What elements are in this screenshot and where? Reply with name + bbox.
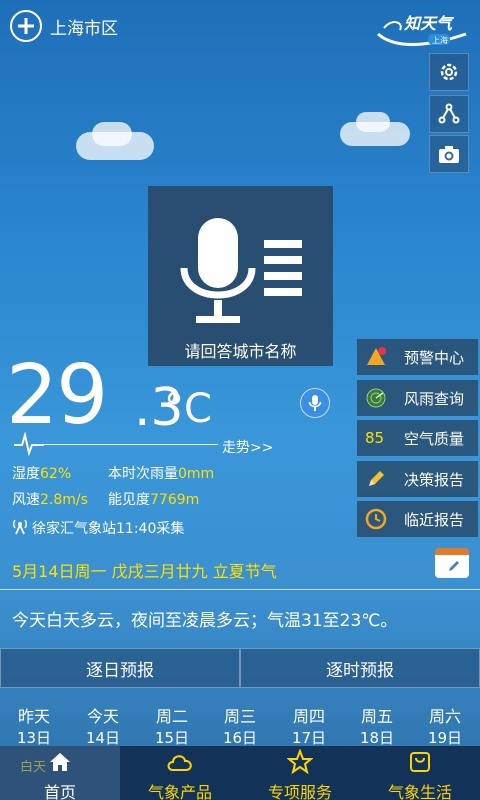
nav-weather-products[interactable]: 气象产品: [120, 746, 240, 800]
visibility-label: 能见度: [108, 492, 150, 508]
camera-icon: [439, 146, 459, 163]
city-name[interactable]: 上海市区: [50, 14, 118, 39]
visibility-value: 7769m: [150, 492, 200, 508]
humidity-row: 湿度62%: [12, 463, 71, 483]
pencil-icon: [369, 471, 384, 486]
share-button[interactable]: [429, 95, 469, 133]
station-info: 徐家汇气象站11:40采集: [32, 521, 185, 537]
clock-icon: [365, 508, 387, 530]
top-bar: 上海市区 知天气 上海: [0, 0, 480, 52]
radar-icon: [366, 388, 386, 408]
nav-home[interactable]: 首页: [0, 746, 120, 800]
share-icon: [438, 103, 460, 124]
weather-summary: 今天白天多云，夜间至凌晨多云；气温31至23℃。: [12, 611, 398, 631]
divider: [0, 589, 480, 590]
rainfall-value: 0mm: [178, 466, 215, 482]
menu-label: 预警中心: [404, 349, 465, 367]
wind-value: 2.8m/s: [40, 492, 88, 508]
forecast-day[interactable]: 周四: [281, 703, 337, 727]
cloud-decoration: [92, 122, 132, 146]
bottom-nav: 白天 首页 气象产品 专项服务 气象生活: [0, 746, 480, 800]
forecast-day[interactable]: 周五: [349, 703, 405, 727]
forecast-date: 19日: [427, 729, 463, 747]
humidity-label: 湿度: [12, 466, 40, 482]
menu-warning-center[interactable]: 预警中心: [357, 339, 478, 375]
cloud-decoration: [356, 112, 390, 132]
forecast-date: 15日: [154, 729, 190, 747]
visibility-row: 能见度7769m: [108, 489, 199, 509]
forecast-date: 13日: [16, 729, 52, 747]
voice-input-panel[interactable]: 请回答城市名称: [148, 186, 333, 366]
logo-sub: 上海: [432, 36, 448, 45]
rainfall-label: 本时次雨量: [108, 466, 178, 482]
trend-line: [40, 444, 218, 445]
tab-daily-forecast[interactable]: 逐日预报: [0, 648, 240, 688]
menu-decision-report[interactable]: 决策报告: [357, 461, 478, 497]
nav-special-services[interactable]: 专项服务: [240, 746, 360, 800]
voice-button[interactable]: [300, 388, 330, 418]
voice-hint: 请回答城市名称: [184, 342, 297, 361]
nav-label: 气象生活: [387, 783, 452, 800]
menu-label: 决策报告: [404, 471, 465, 489]
wind-label: 风速: [12, 492, 40, 508]
forecast-day[interactable]: 周三: [212, 703, 268, 727]
antenna-icon: [13, 519, 27, 535]
tab-hourly-forecast[interactable]: 逐时预报: [240, 648, 480, 688]
menu-nowcast-report[interactable]: 临近报告: [357, 501, 478, 537]
menu-label: 临近报告: [404, 511, 465, 529]
forecast-day[interactable]: 今天: [75, 703, 131, 727]
microphone-icon: [180, 218, 302, 323]
menu-label: 风雨查询: [404, 390, 465, 408]
forecast-day[interactable]: 昨天: [6, 703, 62, 727]
warning-icon: [367, 347, 386, 365]
date-line: 5月14日周一 戊戌三月廿九 立夏节气: [12, 562, 277, 581]
rainfall-row: 本时次雨量0mm: [108, 463, 214, 483]
nav-label: 专项服务: [267, 783, 332, 800]
nav-label: 首页: [43, 783, 76, 800]
calendar-icon[interactable]: [435, 548, 469, 578]
humidity-value: 62%: [40, 466, 72, 482]
wind-row: 风速2.8m/s: [12, 489, 88, 509]
add-city-icon[interactable]: [10, 10, 42, 42]
menu-air-quality[interactable]: 85 空气质量: [357, 420, 478, 456]
forecast-date: 14日: [85, 729, 121, 747]
star-icon: [287, 749, 313, 775]
app-logo: 知天气 上海: [374, 4, 470, 48]
nav-label: 气象产品: [147, 783, 212, 800]
nav-weather-life[interactable]: 气象生活: [360, 746, 480, 800]
menu-rain-query[interactable]: 风雨查询: [357, 380, 478, 416]
settings-button[interactable]: [429, 53, 469, 91]
forecast-date: 16日: [222, 729, 258, 747]
logo-text: 知天气: [404, 14, 453, 33]
gear-icon: [440, 63, 458, 81]
forecast-date: 17日: [291, 729, 327, 747]
forecast-tabs: 逐日预报 逐时预报: [0, 648, 480, 688]
home-icon: [50, 753, 70, 771]
camera-button[interactable]: [429, 135, 469, 173]
forecast-day[interactable]: 周二: [144, 703, 200, 727]
menu-label: 空气质量: [404, 430, 465, 448]
cloud-icon: [167, 755, 192, 771]
forecast-date: 18日: [359, 729, 395, 747]
bag-icon: [410, 752, 430, 772]
aqi-icon: 85: [365, 429, 385, 447]
forecast-day[interactable]: 周六: [417, 703, 473, 727]
calendar-pen-icon: [449, 561, 459, 571]
mic-icon: [308, 395, 322, 411]
temperature-unit: °C: [164, 386, 212, 432]
trend-link[interactable]: 走势>>: [222, 437, 273, 457]
temperature-integer: 29: [6, 348, 108, 443]
